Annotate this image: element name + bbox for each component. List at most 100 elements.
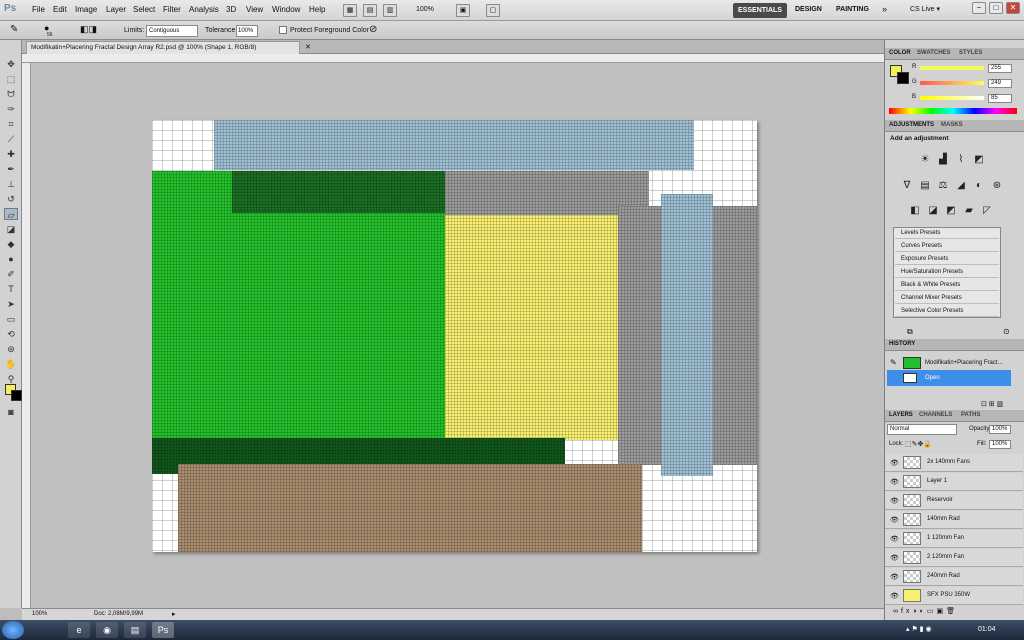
eraser-tool-icon[interactable]: ▱: [4, 208, 18, 220]
visibility-eye-icon[interactable]: 👁: [890, 478, 899, 486]
quick-mask-icon[interactable]: ◙: [4, 406, 18, 418]
preset-hue-saturation[interactable]: Hue/Saturation Presets: [895, 267, 999, 278]
workspace-painting[interactable]: PAINTING: [836, 6, 869, 13]
channel-mixer-icon[interactable]: ⊛: [991, 180, 1003, 192]
hue-saturation-icon[interactable]: ▤: [919, 180, 931, 192]
tab-masks[interactable]: MASKS: [941, 122, 963, 128]
status-menu-arrow-icon[interactable]: ▸: [172, 610, 176, 618]
menu-image[interactable]: Image: [75, 5, 97, 14]
protect-foreground-checkbox[interactable]: [279, 26, 287, 34]
start-button-icon[interactable]: [2, 621, 24, 639]
visibility-eye-icon[interactable]: 👁: [890, 535, 899, 543]
layer-row[interactable]: 👁 240mm Rad: [885, 568, 1023, 586]
status-zoom[interactable]: 100%: [32, 611, 47, 617]
ruler-horizontal[interactable]: [22, 54, 884, 63]
visibility-eye-icon[interactable]: 👁: [890, 497, 899, 505]
shape-top-blue[interactable]: [214, 120, 694, 170]
move-tool-icon[interactable]: ✥: [4, 58, 18, 70]
exposure-icon[interactable]: ◩: [973, 154, 985, 166]
preset-curves[interactable]: Curves Presets: [895, 241, 999, 252]
preset-selective-color[interactable]: Selective Color Presets: [895, 306, 999, 317]
tab-paths[interactable]: PATHS: [961, 412, 980, 418]
gradient-map-icon[interactable]: ▰: [963, 205, 975, 217]
background-color-swatch[interactable]: [11, 390, 22, 401]
preset-levels[interactable]: Levels Presets: [895, 228, 999, 239]
clone-stamp-icon[interactable]: ⊥: [4, 178, 18, 190]
visibility-eye-icon[interactable]: 👁: [890, 573, 899, 581]
arrange-documents-icon[interactable]: ▣: [456, 4, 470, 17]
layer-row[interactable]: 👁 Reservoir: [885, 492, 1023, 510]
panel-bg-swatch[interactable]: [897, 72, 909, 84]
crop-tool-icon[interactable]: ⌗: [4, 118, 18, 130]
tab-layers[interactable]: LAYERS: [889, 412, 913, 418]
curves-icon[interactable]: ⌇: [955, 154, 967, 166]
layer-row[interactable]: 👁 140mm Rad: [885, 511, 1023, 529]
tab-color[interactable]: COLOR: [889, 50, 911, 56]
zoom-level[interactable]: 100%: [416, 6, 434, 13]
adjustment-layer-icon[interactable]: ⧉: [907, 327, 913, 337]
visibility-eye-icon[interactable]: 👁: [890, 592, 899, 600]
blur-tool-icon[interactable]: ◆: [4, 238, 18, 250]
more-workspaces-icon[interactable]: »: [882, 4, 887, 14]
fill-input[interactable]: 100%: [989, 440, 1011, 449]
menu-file[interactable]: File: [32, 5, 45, 14]
layer-buttons-icon[interactable]: ∞fx◑◐▭▣🗑: [893, 607, 958, 615]
color-balance-icon[interactable]: ⚖: [937, 180, 949, 192]
layer-row[interactable]: 👁 2x 140mm Fans: [885, 454, 1023, 472]
layer-row[interactable]: 👁 SFX PSU 350W: [885, 587, 1023, 605]
eyedropper-tool-icon[interactable]: ⟋: [4, 133, 18, 145]
tab-adjustments[interactable]: ADJUSTMENTS: [889, 122, 934, 128]
b-value[interactable]: 85: [988, 94, 1012, 103]
vibrance-icon[interactable]: ∇: [901, 180, 913, 192]
explorer-icon[interactable]: ▤: [124, 622, 146, 638]
tab-history[interactable]: HISTORY: [889, 341, 915, 347]
preset-exposure[interactable]: Exposure Presets: [895, 254, 999, 265]
history-buttons-icon[interactable]: ⊡ ⊞ ▥: [981, 400, 1003, 408]
visibility-eye-icon[interactable]: 👁: [890, 459, 899, 467]
photoshop-taskbar-icon[interactable]: Ps: [152, 622, 174, 638]
menu-select[interactable]: Select: [133, 5, 155, 14]
maximize-button[interactable]: □: [989, 2, 1003, 14]
menu-layer[interactable]: Layer: [106, 5, 126, 14]
limits-select[interactable]: Contiguous: [146, 25, 198, 37]
tablet-pressure-icon[interactable]: ⊘: [369, 24, 377, 35]
blend-mode-select[interactable]: Normal: [887, 424, 957, 435]
layer-row[interactable]: 👁 Layer 1: [885, 473, 1023, 491]
clip-layer-icon[interactable]: ⊙: [1003, 327, 1010, 336]
minimize-button[interactable]: −: [972, 2, 986, 14]
threshold-icon[interactable]: ◩: [945, 205, 957, 217]
quick-selection-icon[interactable]: ✑: [4, 103, 18, 115]
workspace-essentials[interactable]: ESSENTIALS: [733, 3, 787, 18]
opacity-input[interactable]: 100%: [989, 425, 1011, 434]
menu-analysis[interactable]: Analysis: [189, 5, 219, 14]
clock[interactable]: 01:04: [978, 626, 996, 633]
preset-black-white[interactable]: Black & White Presets: [895, 280, 999, 291]
type-tool-icon[interactable]: T: [4, 283, 18, 295]
tab-channels[interactable]: CHANNELS: [919, 412, 952, 418]
tolerance-input[interactable]: 100%: [236, 25, 258, 37]
tab-styles[interactable]: STYLES: [959, 50, 982, 56]
3d-orbit-icon[interactable]: ⊛: [4, 343, 18, 355]
internet-explorer-icon[interactable]: e: [68, 622, 90, 638]
history-item-open[interactable]: Open: [887, 370, 1011, 386]
path-selection-icon[interactable]: ➤: [4, 298, 18, 310]
lasso-tool-icon[interactable]: ᗢ: [4, 88, 18, 100]
screen-mode-icon[interactable]: ▢: [486, 4, 500, 17]
ruler-vertical[interactable]: [22, 63, 31, 608]
shape-yellow[interactable]: [445, 215, 618, 440]
visibility-eye-icon[interactable]: 👁: [890, 516, 899, 524]
visibility-eye-icon[interactable]: 👁: [890, 554, 899, 562]
menu-3d[interactable]: 3D: [226, 5, 236, 14]
healing-brush-icon[interactable]: ✚: [4, 148, 18, 160]
pen-tool-icon[interactable]: ✐: [4, 268, 18, 280]
menu-edit[interactable]: Edit: [53, 5, 67, 14]
tab-swatches[interactable]: SWATCHES: [917, 50, 951, 56]
r-slider[interactable]: [920, 66, 984, 70]
hand-tool-icon[interactable]: ✋: [4, 358, 18, 370]
shape-dark-green-top[interactable]: [232, 171, 445, 213]
minibridge-icon[interactable]: ▤: [363, 4, 377, 17]
invert-icon[interactable]: ◧: [909, 205, 921, 217]
brightness-contrast-icon[interactable]: ☀: [919, 154, 931, 166]
menu-view[interactable]: View: [246, 5, 263, 14]
paint-bucket-icon[interactable]: ◪: [4, 223, 18, 235]
